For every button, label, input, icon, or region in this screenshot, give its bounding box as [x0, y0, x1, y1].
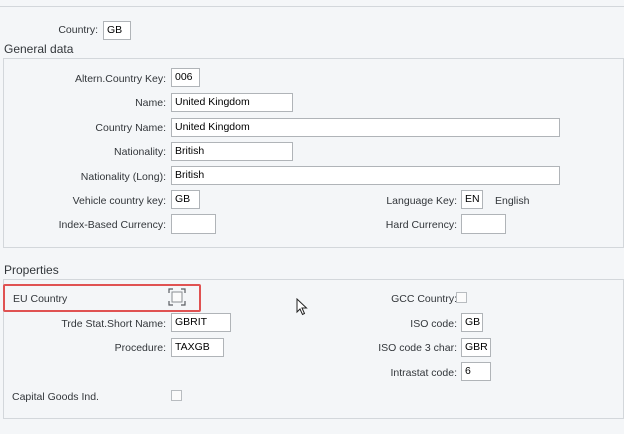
iso-code-3-label: ISO code 3 char: — [378, 342, 457, 354]
vehicle-country-key-field[interactable]: GB — [171, 190, 200, 209]
eu-country-checkbox[interactable] — [168, 288, 186, 306]
country-label: Country: — [58, 24, 98, 36]
nationality-label: Nationality: — [114, 146, 166, 158]
eu-country-label: EU Country — [13, 293, 68, 305]
language-key-label: Language Key: — [386, 195, 457, 207]
focus-frame-icon — [168, 288, 186, 306]
language-key-field[interactable]: EN — [461, 190, 483, 209]
nationality-long-field[interactable]: British — [171, 166, 560, 185]
intrastat-code-label: Intrastat code: — [390, 367, 457, 379]
top-separator — [0, 6, 624, 7]
iso-code-field[interactable]: GB — [461, 313, 483, 332]
nationality-field[interactable]: British — [171, 142, 293, 161]
trde-stat-short-name-field[interactable]: GBRIT — [171, 313, 231, 332]
name-field[interactable]: United Kingdom — [171, 93, 293, 112]
iso-code-3-field[interactable]: GBR — [461, 338, 491, 357]
capital-goods-ind-checkbox[interactable] — [171, 390, 182, 401]
country-name-label: Country Name: — [95, 122, 166, 134]
capital-goods-ind-label: Capital Goods Ind. — [12, 391, 99, 403]
gcc-country-label: GCC Country: — [391, 293, 457, 305]
trde-stat-short-name-label: Trde Stat.Short Name: — [61, 318, 166, 330]
general-data-title: General data — [4, 42, 74, 56]
nationality-long-label: Nationality (Long): — [80, 171, 166, 183]
altern-country-key-field[interactable]: 006 — [171, 68, 200, 87]
procedure-label: Procedure: — [114, 342, 166, 354]
language-description: English — [495, 195, 530, 207]
procedure-field[interactable]: TAXGB — [171, 338, 224, 357]
index-based-currency-field[interactable] — [171, 214, 216, 234]
name-label: Name: — [135, 97, 166, 109]
hard-currency-label: Hard Currency: — [385, 219, 457, 231]
country-name-field[interactable]: United Kingdom — [171, 118, 560, 137]
gcc-country-checkbox[interactable] — [456, 292, 467, 303]
country-field[interactable]: GB — [103, 21, 131, 40]
mouse-cursor-icon — [296, 298, 308, 316]
hard-currency-field[interactable] — [461, 214, 506, 234]
iso-code-label: ISO code: — [410, 318, 457, 330]
index-based-currency-label: Index-Based Currency: — [58, 219, 166, 231]
properties-title: Properties — [4, 263, 59, 277]
intrastat-code-field[interactable]: 6 — [461, 362, 491, 381]
vehicle-country-key-label: Vehicle country key: — [72, 195, 166, 207]
altern-country-key-label: Altern.Country Key: — [74, 73, 166, 85]
